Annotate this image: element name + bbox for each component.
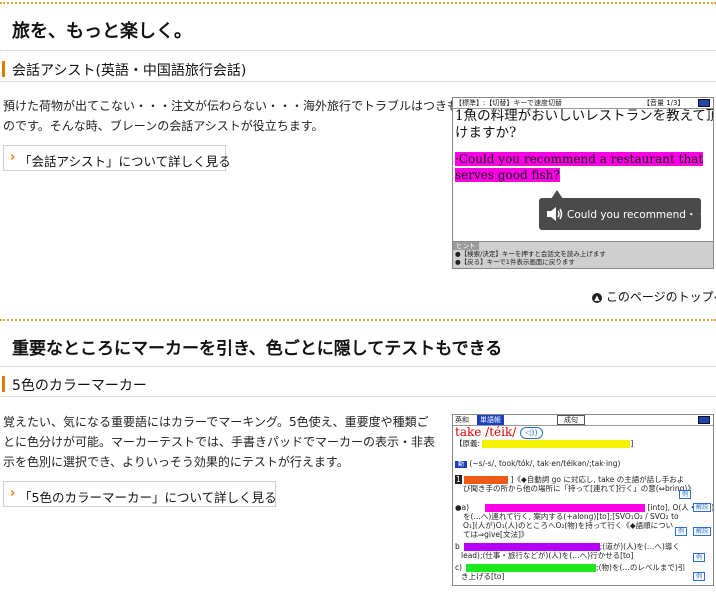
arrow-up-circle-icon: ▲ <box>592 292 602 303</box>
description-line: とに色分けが可能。マーカーテストでは、手書きパッドでマーカーの表示・非表 <box>3 435 436 449</box>
tab-eiwa: 英和 <box>455 416 469 424</box>
page-top-label: このページのトップへ <box>605 290 716 304</box>
answer-line: ·Could you recommend a restaurant that <box>455 152 704 166</box>
meaning-line: き上げる[to] <box>461 572 505 581</box>
chevron-right-icon: › <box>10 486 16 501</box>
screen-hint-footer: ヒント ●【検索/決定】キーを押すと会話文を読み上げます ●【戻る】キーで1件表… <box>453 241 713 268</box>
hint-label: ヒント <box>453 242 479 250</box>
core-line: ]《◆自動詞 go に対応し, take の主語が話し手およ <box>510 475 685 484</box>
description-line: 覚えたい、気になる重要語にはカラーでマーキング。5色使え、重要度や種類ご <box>3 415 429 429</box>
green-marker <box>466 564 597 572</box>
forms-text: (~s/-s/, took/tók/, tak·en/téikən/;tak·i… <box>469 459 621 468</box>
subheading-accent-bar <box>2 376 5 392</box>
tab-idiom: 成句 <box>557 415 585 425</box>
speech-bubble: Could you recommend・・・ <box>539 198 713 230</box>
section-heading-travel: 旅を、もっと楽しく。 <box>0 2 716 51</box>
subheading-color-marker: 5色のカラーマーカー <box>0 373 716 397</box>
example-button[interactable]: 例 <box>693 572 706 581</box>
color-marker-screenshot: 英和 単語帳 成句 take /téik/ ◁)) 【原義: ] 動 (~s/-… <box>452 414 714 586</box>
meaning-line: ;(道が)(人)を(…へ)導く <box>599 542 680 551</box>
speaker-icon <box>547 207 563 221</box>
commentary-button[interactable]: 解説 <box>693 503 712 512</box>
example-button[interactable]: 例 <box>675 527 688 536</box>
subheading-text: 5色のカラーマーカー <box>12 378 147 394</box>
meaning-line: を(…へ)連れて行く, 案内する(+along)[to];[SVO₁O₂ / S… <box>463 512 679 521</box>
answer-text: ·Could you recommend a restaurant that s… <box>455 151 704 183</box>
page-title: 旅を、もっと楽しく。 <box>12 21 192 42</box>
meaning-c: c) ;(物)を(…のレベルまで)引 き上げる[to] <box>455 563 685 581</box>
conversation-assist-screenshot: 【標準】:【切替】キーで速度切替 【音量 1/3】 1魚の料理がおいしいレストラ… <box>452 97 714 269</box>
section1-description: 預けた荷物が出てこない・・・注文が伝わらない・・・海外旅行でトラブルはつきも の… <box>3 96 460 136</box>
section2-description: 覚えたい、気になる重要語にはカラーでマーキング。5色使え、重要度や種類ご とに色… <box>3 412 443 472</box>
section-heading-marker: 重要なところにマーカーを引き、色ごとに隠してテストもできる <box>0 319 716 367</box>
magenta-marker <box>485 504 646 512</box>
question-text: 1魚の料理がおいしいレストランを教えて頂 けますか? <box>455 108 713 142</box>
subheading-text: 会話アシスト(英語・中国語旅行会話) <box>12 63 247 79</box>
description-line: 示を色別に選択でき、よりいっそう効果的にテストが行えます。 <box>3 455 349 469</box>
chevron-right-icon: › <box>10 150 16 165</box>
link-label: 「5色のカラーマーカー」について詳しく見る <box>19 490 277 505</box>
subheading-conversation-assist: 会話アシスト(英語・中国語旅行会話) <box>0 58 716 82</box>
commentary-button[interactable]: 解説 <box>693 527 712 536</box>
bubble-text: Could you recommend・・・ <box>567 209 714 221</box>
forms-line: 動 (~s/-s/, took/tók/, tak·en/téikən/;tak… <box>455 459 620 469</box>
meaning-b-label: b <box>455 542 460 551</box>
meaning-line: lead);(仕事・旅行などが)(人)を(…へ)行かせる[to] <box>461 551 634 560</box>
link-label: 「会話アシスト」について詳しく見る <box>19 154 231 169</box>
color-marker-detail-link[interactable]: › 「5色のカラーマーカー」について詳しく見る <box>3 481 277 507</box>
origin-label: 【原義: <box>455 439 481 448</box>
core-line: び聞き手の所から他の場所に「持って[連れて]行く」の意(⇔bring)》 <box>463 484 695 493</box>
yellow-marker <box>482 440 631 448</box>
core-meaning: 1 ]《◆自動詞 go に対応し, take の主語が話し手およ び聞き手の所か… <box>455 475 695 493</box>
tab-wordbook: 単語帳 <box>477 415 504 425</box>
subheading-accent-bar <box>2 61 5 77</box>
orange-marker <box>464 476 509 484</box>
question-line: けますか? <box>455 125 517 141</box>
meaning-line: ;(物)を(…のレベルまで)引 <box>596 563 686 572</box>
headword: take /téik/ ◁)) <box>455 425 543 439</box>
battery-icon <box>698 99 710 107</box>
status-right: 【音量 1/3】 <box>643 99 685 107</box>
hint-line: ●【検索/決定】キーを押すと会話文を読み上げます <box>455 250 606 258</box>
question-line: 1魚の料理がおいしいレストランを教えて頂 <box>455 108 714 124</box>
description-line: のです。そんな時、ブレーンの会話アシストが役立ちます。 <box>3 119 324 133</box>
page-top-link[interactable]: ▲ このページのトップへ <box>592 288 716 305</box>
headword-text: take /téik/ <box>455 425 517 439</box>
section2-title: 重要なところにマーカーを引き、色ごとに隠してテストもできる <box>12 339 503 359</box>
purple-marker <box>463 543 600 551</box>
origin-line: 【原義: ] <box>455 439 634 448</box>
speaker-icon: ◁)) <box>520 426 543 439</box>
answer-line: serves good fish? <box>455 168 560 182</box>
status-left: 【標準】:【切替】キーで速度切替 <box>455 99 562 107</box>
conversation-assist-detail-link[interactable]: › 「会話アシスト」について詳しく見る <box>3 145 231 171</box>
hint-line: ●【戻る】キーで1件表示画面に戻ります <box>455 258 575 266</box>
description-line: 預けた荷物が出てこない・・・注文が伝わらない・・・海外旅行でトラブルはつきも <box>3 99 460 113</box>
example-button[interactable]: 例 <box>679 490 692 499</box>
meaning-c-label: c) <box>455 563 463 572</box>
example-button[interactable]: 例 <box>693 553 706 562</box>
battery-icon <box>698 416 710 424</box>
meaning-b: b ;(道が)(人)を(…へ)導く lead);(仕事・旅行などが)(人)を(…へ… <box>455 542 680 560</box>
